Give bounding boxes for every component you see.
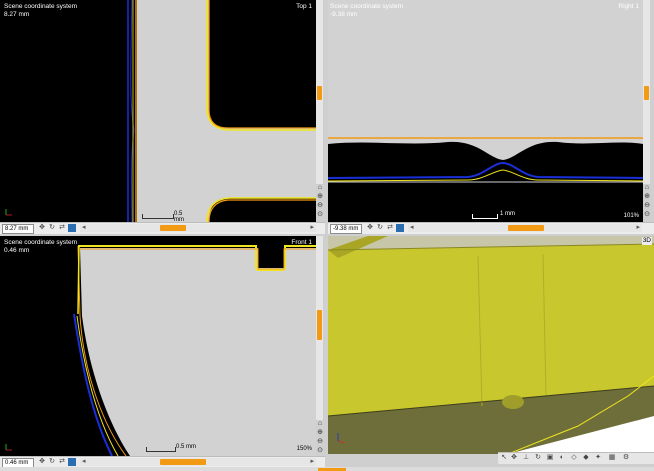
select-icon[interactable]: ↖ xyxy=(500,454,508,462)
right-view-toolbar: -9.38 mm ✥ ↻ ⇄ ◂ ▸ xyxy=(328,222,654,234)
texture-icon[interactable]: ◆ xyxy=(582,454,590,462)
right-view-scene xyxy=(328,137,643,222)
vertical-scrollbar[interactable] xyxy=(316,236,323,420)
view-name-label: Front 1 xyxy=(291,239,312,246)
zoom-in-icon[interactable]: ⊕ xyxy=(316,193,324,201)
zoom-fit-icon[interactable]: ⊙ xyxy=(643,211,651,219)
coordinate-system-label: Scene coordinate system xyxy=(4,239,77,246)
plane-offset-value: -9.38 mm xyxy=(330,11,358,18)
horizontal-scrollbar[interactable]: ◂ ▸ xyxy=(408,224,642,232)
viewport-right[interactable]: Scene coordinate system -9.38 mm Right 1… xyxy=(328,0,643,222)
zoom-out-icon[interactable]: ⊖ xyxy=(316,202,324,210)
view-side-tools: ⌂ ⊕ ⊖ ⊙ xyxy=(316,184,325,220)
home-icon[interactable]: ⌂ xyxy=(643,184,651,192)
plane-offset-value: 8.27 mm xyxy=(4,11,30,18)
status-strip xyxy=(0,467,654,471)
move-icon[interactable]: ✥ xyxy=(510,454,518,462)
rotate-icon[interactable]: ↻ xyxy=(376,224,384,232)
plane-offset-value: 0.46 mm xyxy=(4,247,30,254)
coordinate-system-label: Scene coordinate system xyxy=(4,3,77,10)
perspective-toolbar: ↖ ✥ ⊥ ↻ ▣ ◐ ◇ ◆ ✦ ▦ ⚙ xyxy=(498,452,654,464)
scale-bar: 0.5 mm xyxy=(142,211,192,222)
fit-icon[interactable]: ⇄ xyxy=(58,224,66,232)
horizontal-scrollbar[interactable]: ◂ ▸ xyxy=(80,224,316,232)
scroll-right-arrow[interactable]: ▸ xyxy=(310,458,314,466)
view-side-tools: ⌂ ⊕ ⊖ ⊙ xyxy=(316,420,325,456)
rotate-icon[interactable]: ↻ xyxy=(48,458,56,466)
view-name-label: Right 1 xyxy=(618,3,639,10)
position-input[interactable]: -9.38 mm xyxy=(330,224,362,234)
grid-icon[interactable]: ▦ xyxy=(608,454,616,462)
home-icon[interactable]: ⌂ xyxy=(316,184,324,192)
axes-gizmo xyxy=(5,444,12,451)
pan-icon[interactable]: ✥ xyxy=(38,224,46,232)
viewport-front[interactable]: Scene coordinate system 0.46 mm Front 1 … xyxy=(0,236,316,456)
axes-gizmo xyxy=(5,209,12,216)
horizontal-scrollbar[interactable]: ◂ ▸ xyxy=(80,458,316,466)
color-map-icon[interactable] xyxy=(68,458,76,466)
zoom-level: 101% xyxy=(623,213,639,219)
scale-bar: 0.5 mm xyxy=(146,444,196,452)
home-icon[interactable]: ⌂ xyxy=(316,420,324,428)
color-map-icon[interactable] xyxy=(68,224,76,232)
viewport-top[interactable]: Scene coordinate system 8.27 mm Top 1 0.… xyxy=(0,0,316,222)
pan-icon[interactable]: ✥ xyxy=(38,458,46,466)
zoom-level: 150% xyxy=(296,446,312,452)
zoom-level: 150% xyxy=(296,213,312,219)
perspective-scene xyxy=(328,236,654,454)
view-cube-icon[interactable]: ▣ xyxy=(546,454,554,462)
top-view-scene xyxy=(5,0,316,222)
axes-icon[interactable]: ⊥ xyxy=(522,454,530,462)
vertical-scrollbar[interactable] xyxy=(643,0,650,184)
view-side-tools: ⌂ ⊕ ⊖ ⊙ xyxy=(643,184,652,220)
coordinate-system-label: Scene coordinate system xyxy=(330,3,403,10)
scroll-right-arrow[interactable]: ▸ xyxy=(310,224,314,232)
viewport-3d[interactable]: 3D xyxy=(328,236,654,454)
zoom-fit-icon[interactable]: ⊙ xyxy=(316,447,324,455)
zoom-out-icon[interactable]: ⊖ xyxy=(643,202,651,210)
light-icon[interactable]: ✦ xyxy=(594,454,602,462)
shading-icon[interactable]: ◐ xyxy=(558,454,566,462)
rotate-icon[interactable]: ↻ xyxy=(48,224,56,232)
scroll-left-arrow[interactable]: ◂ xyxy=(82,458,86,466)
top-view-toolbar: 8.27 mm ✥ ↻ ⇄ ◂ ▸ xyxy=(0,222,325,234)
settings-icon[interactable]: ⚙ xyxy=(622,454,630,462)
view-name-label: Top 1 xyxy=(296,3,312,10)
zoom-in-icon[interactable]: ⊕ xyxy=(316,429,324,437)
scroll-left-arrow[interactable]: ◂ xyxy=(410,224,414,232)
rotate-icon[interactable]: ↻ xyxy=(534,454,542,462)
vertical-scrollbar[interactable] xyxy=(316,0,323,184)
fit-icon[interactable]: ⇄ xyxy=(386,224,394,232)
zoom-in-icon[interactable]: ⊕ xyxy=(643,193,651,201)
pan-icon[interactable]: ✥ xyxy=(366,224,374,232)
wireframe-icon[interactable]: ◇ xyxy=(570,454,578,462)
scroll-left-arrow[interactable]: ◂ xyxy=(82,224,86,232)
fit-icon[interactable]: ⇄ xyxy=(58,458,66,466)
scroll-right-arrow[interactable]: ▸ xyxy=(636,224,640,232)
view-name-label: 3D xyxy=(641,237,652,245)
position-input[interactable]: 8.27 mm xyxy=(2,224,34,234)
color-map-icon[interactable] xyxy=(396,224,404,232)
zoom-out-icon[interactable]: ⊖ xyxy=(316,438,324,446)
zoom-fit-icon[interactable]: ⊙ xyxy=(316,211,324,219)
front-view-scene xyxy=(5,245,316,456)
scale-bar: 1 mm xyxy=(472,211,522,219)
